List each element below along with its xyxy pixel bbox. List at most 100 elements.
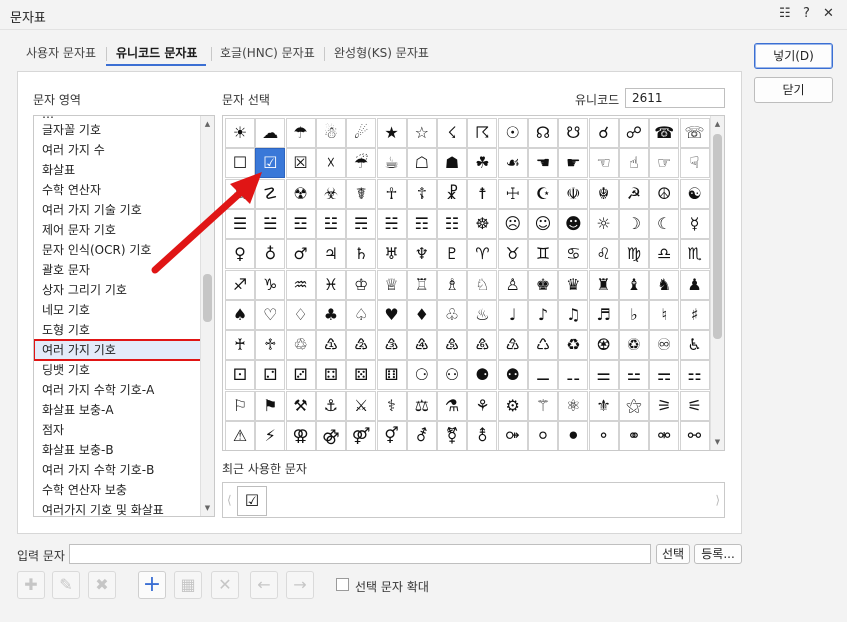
list-item[interactable]: 네모 기호 bbox=[42, 300, 90, 320]
char-cell[interactable]: ♘ bbox=[467, 269, 498, 300]
char-cell[interactable]: ⚎ bbox=[649, 360, 680, 391]
char-cell[interactable]: ☇ bbox=[437, 118, 468, 148]
char-cell[interactable]: ⚉ bbox=[497, 360, 528, 391]
char-cell[interactable]: ☉ bbox=[497, 118, 528, 148]
char-cell[interactable]: ☡ bbox=[255, 178, 286, 209]
char-cell[interactable]: ☀ bbox=[225, 118, 255, 148]
char-cell[interactable]: ⚢ bbox=[285, 421, 316, 450]
char-cell[interactable]: ♟ bbox=[679, 269, 710, 300]
char-cell[interactable]: ♃ bbox=[315, 239, 346, 270]
char-cell[interactable]: ☠ bbox=[225, 178, 255, 209]
char-cell[interactable]: ♷ bbox=[437, 330, 468, 361]
char-cell[interactable]: ♢ bbox=[285, 299, 316, 330]
char-cell[interactable]: ☘ bbox=[467, 148, 498, 179]
char-cell[interactable]: ☵ bbox=[376, 208, 407, 239]
char-cell[interactable]: ☔ bbox=[346, 148, 377, 179]
char-cell[interactable]: ☒ bbox=[285, 148, 316, 179]
unicode-input[interactable]: 2611 bbox=[625, 88, 725, 108]
char-cell[interactable]: ♤ bbox=[346, 299, 377, 330]
char-cell[interactable]: ☮ bbox=[649, 178, 680, 209]
char-cell[interactable]: ⚏ bbox=[679, 360, 710, 391]
char-cell[interactable]: ⚚ bbox=[528, 390, 558, 421]
char-cell[interactable]: ♚ bbox=[528, 269, 558, 300]
char-cell[interactable]: ♅ bbox=[376, 239, 407, 270]
edit-user-icon[interactable]: ✎ bbox=[52, 571, 80, 599]
char-cell[interactable]: ♐ bbox=[225, 269, 255, 300]
list-item[interactable]: 화살표 보충-B bbox=[42, 440, 114, 460]
char-cell[interactable]: ☏ bbox=[679, 118, 710, 148]
char-cell[interactable]: ♩ bbox=[497, 299, 528, 330]
char-cell[interactable]: ⚍ bbox=[618, 360, 649, 391]
char-cell[interactable]: ★ bbox=[376, 118, 407, 148]
list-item[interactable]: 여러 가지 수학 기호-A bbox=[42, 380, 154, 400]
char-cell[interactable]: ☫ bbox=[558, 178, 589, 209]
char-cell[interactable]: ♳ bbox=[315, 330, 346, 361]
char-cell[interactable]: ♋ bbox=[558, 239, 589, 270]
char-cell[interactable]: ♧ bbox=[437, 299, 468, 330]
char-cell[interactable]: ♦ bbox=[406, 299, 437, 330]
char-cell[interactable]: ☙ bbox=[497, 148, 528, 179]
char-cell[interactable]: ☻ bbox=[558, 208, 589, 239]
char-cell[interactable]: ☞ bbox=[649, 148, 680, 179]
char-cell[interactable]: ♼ bbox=[588, 330, 619, 361]
list-item[interactable]: 수학 연산자 보충 bbox=[42, 480, 127, 500]
char-cell[interactable]: ♂ bbox=[285, 239, 316, 270]
char-cell[interactable]: ⚦ bbox=[406, 421, 437, 450]
char-cell[interactable]: ⚙ bbox=[497, 390, 528, 421]
char-cell[interactable]: ☯ bbox=[679, 178, 710, 209]
char-cell[interactable]: ☝ bbox=[618, 148, 649, 179]
char-cell[interactable]: ☴ bbox=[346, 208, 377, 239]
list-item[interactable]: 글자꼴 기호 bbox=[42, 120, 101, 140]
char-cell[interactable]: ♝ bbox=[618, 269, 649, 300]
char-grid[interactable]: ☀ ☁ ☂ ☃ ☄ ★ ☆ ☇ ☈ ☉ ☊ ☋ ☌ ☍ ☎ ☏ ☐ ☑ ☒ ☓ ☔ ☕ ☖ ☗ ☘ ☙ ☚ ☛ ☜ ☝ ☞ ☟ ☠ ☡ ☢ ☣ ☤ ☥ ☦ ☧… bbox=[222, 115, 725, 451]
char-cell[interactable]: ☼ bbox=[588, 208, 619, 239]
area-scrollbar[interactable]: ▲ ▼ bbox=[200, 116, 214, 516]
char-cell[interactable]: ⚌ bbox=[588, 360, 619, 391]
char-cell[interactable]: ♌ bbox=[588, 239, 619, 270]
char-cell[interactable]: ⚘ bbox=[467, 390, 498, 421]
char-cell[interactable]: ☤ bbox=[346, 178, 377, 209]
list-item[interactable]: 여러 가지 수 bbox=[42, 140, 105, 160]
char-cell[interactable]: ⚂ bbox=[285, 360, 316, 391]
char-cell[interactable]: ⚞ bbox=[649, 390, 680, 421]
list-item[interactable]: 화살표 보충-A bbox=[42, 400, 114, 420]
char-cell[interactable]: ☖ bbox=[406, 148, 437, 179]
char-cell[interactable]: ♔ bbox=[346, 269, 377, 300]
char-cell[interactable]: ☱ bbox=[255, 208, 286, 239]
char-cell[interactable]: ☓ bbox=[315, 148, 346, 179]
char-cell[interactable]: ♑ bbox=[255, 269, 286, 300]
char-cell[interactable]: ♣ bbox=[315, 299, 346, 330]
list-item[interactable]: 문자 인식(OCR) 기호 bbox=[42, 240, 151, 260]
move-left-icon[interactable]: ← bbox=[250, 571, 278, 599]
char-cell[interactable]: ⚜ bbox=[588, 390, 619, 421]
char-cell[interactable]: ♈ bbox=[467, 239, 498, 270]
char-cell[interactable]: ⚠ bbox=[225, 421, 255, 450]
char-cell[interactable]: ☟ bbox=[679, 148, 710, 179]
chevron-left-icon[interactable]: ⟨ bbox=[227, 493, 232, 507]
char-cell[interactable]: ♯ bbox=[679, 299, 710, 330]
char-cell[interactable]: ♀ bbox=[225, 239, 255, 270]
char-cell[interactable]: ☺ bbox=[528, 208, 558, 239]
char-cell[interactable]: ☽ bbox=[618, 208, 649, 239]
char-cell[interactable]: ⚔ bbox=[346, 390, 377, 421]
add-icon[interactable]: + bbox=[138, 571, 166, 599]
char-cell[interactable]: ☶ bbox=[406, 208, 437, 239]
tab-ks-charmap[interactable]: 완성형(KS) 문자표 bbox=[334, 44, 429, 61]
char-cell[interactable]: ☃ bbox=[315, 118, 346, 148]
tab-unicode-charmap[interactable]: 유니코드 문자표 bbox=[116, 44, 197, 61]
char-cell[interactable]: ♡ bbox=[255, 299, 286, 330]
char-cell[interactable]: ♞ bbox=[649, 269, 680, 300]
char-cell[interactable]: ♨ bbox=[467, 299, 498, 330]
char-cell[interactable]: ♫ bbox=[558, 299, 589, 330]
char-cell[interactable]: ☕ bbox=[376, 148, 407, 179]
list-item-selected[interactable]: 여러 가지 기호 bbox=[34, 339, 203, 361]
char-cell[interactable]: ♹ bbox=[497, 330, 528, 361]
char-cell[interactable]: ⚣ bbox=[315, 421, 346, 450]
delete-icon[interactable]: ✕ bbox=[211, 571, 239, 599]
char-cell[interactable]: ⚮ bbox=[649, 421, 680, 450]
char-cell[interactable]: ☬ bbox=[588, 178, 619, 209]
char-cell[interactable]: ⚟ bbox=[679, 390, 710, 421]
area-list[interactable]: … 글자꼴 기호 여러 가지 수 화살표 수학 연산자 여러 가지 기술 기호 … bbox=[33, 115, 215, 517]
char-cell[interactable]: ☗ bbox=[437, 148, 468, 179]
char-cell[interactable]: ☥ bbox=[376, 178, 407, 209]
